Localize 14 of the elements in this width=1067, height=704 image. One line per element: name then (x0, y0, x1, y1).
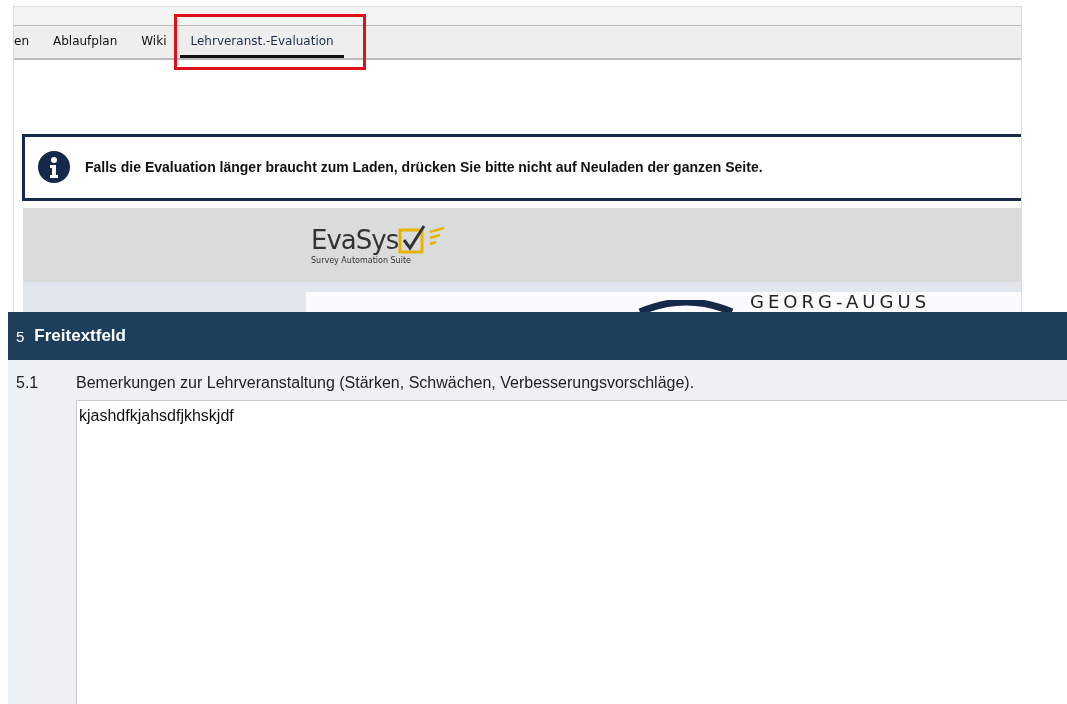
tab[interactable]: Wiki (131, 25, 177, 59)
seal-icon (636, 300, 736, 312)
university-name: GEORG-AUGUS (750, 292, 931, 312)
tab[interactable]: Ablaufplan (43, 25, 128, 59)
section-number: 5 (16, 327, 25, 345)
evasys-logo: EvaSys Survey Automation Suite (311, 224, 457, 266)
question-number: 5.1 (16, 374, 40, 392)
tab[interactable]: Lehrveranst.-Evaluation (180, 25, 344, 59)
question-text: Bemerkungen zur Lehrveranstaltung (Stärken, Schwächen, Verbesserungsvorschläge). (76, 374, 695, 392)
section-title: Freitextfeld (34, 326, 126, 346)
tab[interactable]: en (14, 25, 39, 59)
notice-text: Falls die Evaluation länger braucht zum Laden, drücken Sie bitte nicht auf Neuladen der ganzen Seite. (85, 159, 763, 176)
info-icon (37, 150, 71, 185)
answer-field[interactable]: kjashdfkjahsdfjkhskjdf (76, 400, 1067, 704)
